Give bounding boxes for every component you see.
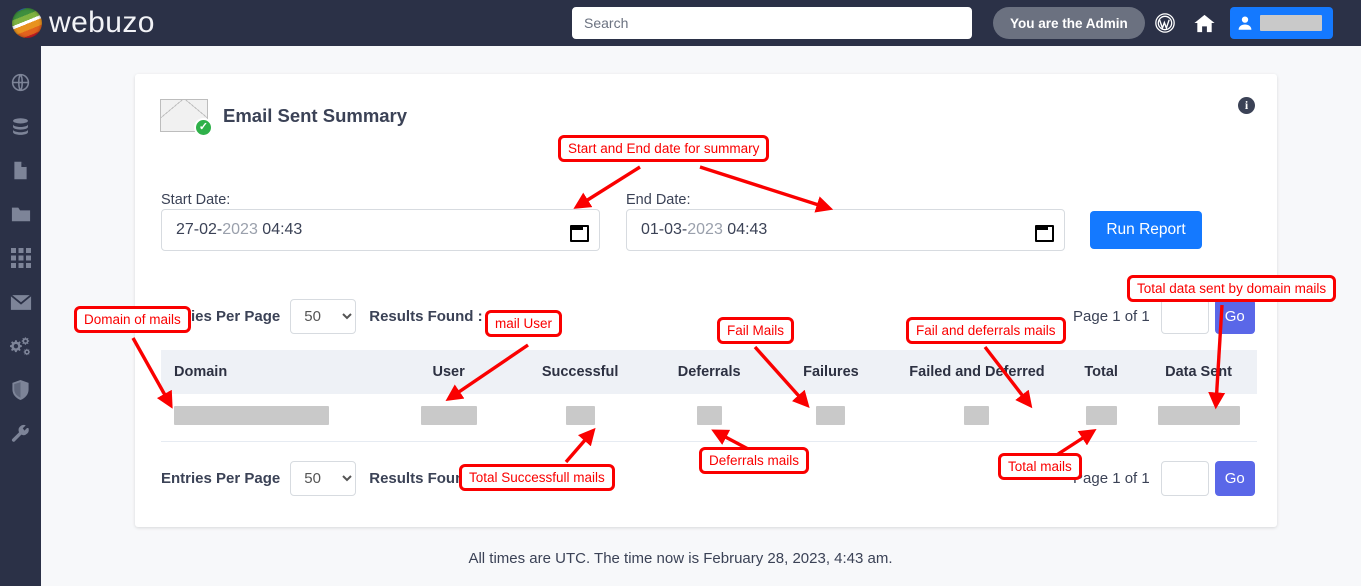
- user-avatar-icon: [1238, 16, 1252, 30]
- redacted-value: [696, 405, 722, 425]
- calendar-icon[interactable]: [570, 222, 589, 242]
- annotation-total-data-sent: Total data sent by domain mails: [1127, 275, 1337, 302]
- sidebar-item-settings[interactable]: [0, 324, 41, 368]
- page-number-input-top[interactable]: [1160, 298, 1209, 334]
- sidebar-item-file[interactable]: [0, 148, 41, 192]
- annotation-deferrals-mails: Deferrals mails: [699, 447, 810, 474]
- page-of-label-bottom: Page 1 of 1: [1073, 469, 1150, 487]
- entries-per-page-select[interactable]: 50: [290, 298, 357, 334]
- annotation-total-mails: Total mails: [998, 453, 1082, 480]
- annotation-fail-and-deferrals: Fail and deferrals mails: [906, 317, 1066, 344]
- envelope-icon: [9, 293, 32, 310]
- email-check-icon: ✓: [160, 99, 213, 137]
- redacted-value: [420, 405, 477, 425]
- cell-total: [1062, 405, 1140, 430]
- app-root: webuzo You are the Admin: [0, 0, 1361, 586]
- cell-successful: [512, 405, 648, 430]
- column-header-domain: Domain: [174, 364, 228, 380]
- redacted-value: [1157, 405, 1240, 425]
- annotation-total-successfull-mails: Total Successfull mails: [459, 464, 615, 491]
- folder-icon: [11, 207, 30, 222]
- page-title: Email Sent Summary: [223, 104, 408, 126]
- table-header-row: Domain User Successful Deferrals Failure…: [161, 350, 1257, 394]
- column-header-failed-and-deferred: Failed and Deferred: [909, 364, 1045, 380]
- page-number-input-bottom[interactable]: [1160, 460, 1209, 496]
- admin-badge: You are the Admin: [993, 7, 1145, 39]
- column-header-data-sent: Data Sent: [1165, 364, 1232, 380]
- entries-per-page-label: Entries Per Page: [161, 469, 281, 487]
- end-date-year: 2023: [687, 221, 723, 238]
- file-icon: [14, 161, 27, 179]
- sidebar-item-folder[interactable]: [0, 192, 41, 236]
- annotation-fail-mails: Fail Mails: [717, 317, 795, 344]
- utc-time-note: All times are UTC. The time now is Febru…: [468, 550, 893, 567]
- search-input[interactable]: [572, 7, 972, 39]
- annotation-mail-user: mail User: [485, 310, 563, 337]
- redacted-value: [816, 405, 846, 425]
- info-icon[interactable]: i: [1238, 97, 1255, 114]
- results-found-top: Results Found : 1: [369, 307, 496, 325]
- cell-user: [385, 405, 512, 430]
- database-icon: [13, 117, 28, 135]
- column-header-user: User: [432, 364, 465, 380]
- page-of-label-top: Page 1 of 1: [1073, 307, 1150, 325]
- calendar-icon[interactable]: [1035, 222, 1054, 242]
- pagination-bottom-right: Page 1 of 1 Go: [1073, 458, 1255, 498]
- entries-per-page-select[interactable]: 50: [290, 460, 357, 496]
- end-date-input[interactable]: 01-03-2023 04:43: [626, 209, 1065, 251]
- sidebar-item-apps[interactable]: [0, 236, 41, 280]
- table-row: [161, 394, 1257, 442]
- sidebar-item-tools[interactable]: [0, 412, 41, 456]
- shield-icon: [12, 380, 29, 400]
- annotation-domain-of-mails: Domain of mails: [74, 306, 191, 333]
- start-date-time: 04:43: [257, 221, 303, 238]
- column-header-successful: Successful: [541, 364, 619, 380]
- gears-icon: [10, 336, 31, 355]
- sidebar-item-email[interactable]: [0, 280, 41, 324]
- pagination-top-left: Entries Per Page 50 Results Found : 1: [161, 296, 495, 336]
- grid-apps-icon: [10, 248, 31, 268]
- cell-domain: [161, 405, 385, 430]
- go-button-bottom[interactable]: Go: [1214, 460, 1255, 496]
- redacted-value: [1085, 405, 1117, 425]
- redacted-value: [174, 405, 329, 425]
- go-button-top[interactable]: Go: [1214, 298, 1255, 334]
- cell-deferrals: [648, 405, 770, 430]
- end-date-label: End Date:: [626, 192, 691, 208]
- summary-table: Domain User Successful Deferrals Failure…: [161, 350, 1257, 442]
- start-date-daymonth: 27-02-: [176, 221, 223, 238]
- globe-icon: [11, 73, 30, 91]
- cell-failures: [770, 405, 892, 430]
- end-date-time: 04:43: [722, 221, 768, 238]
- column-header-deferrals: Deferrals: [677, 364, 741, 380]
- brand-logo[interactable]: webuzo: [12, 6, 155, 40]
- start-date-input[interactable]: 27-02-2023 04:43: [161, 209, 600, 251]
- cell-failed-and-deferred: [892, 405, 1062, 430]
- sidebar: [0, 46, 41, 586]
- end-date-daymonth: 01-03-: [641, 221, 688, 238]
- start-date-label: Start Date:: [161, 192, 231, 208]
- run-report-button[interactable]: Run Report: [1090, 211, 1202, 249]
- sidebar-item-globe[interactable]: [0, 60, 41, 104]
- cell-data-sent: [1140, 405, 1257, 430]
- wordpress-icon[interactable]: [1151, 9, 1179, 37]
- user-menu-button[interactable]: [1230, 7, 1333, 39]
- sidebar-item-security[interactable]: [0, 368, 41, 412]
- wrench-icon: [11, 424, 29, 442]
- pagination-bottom-left: Entries Per Page 50 Results Found : 1: [161, 458, 495, 498]
- annotation-start-end-date: Start and End date for summary: [558, 135, 770, 162]
- home-icon[interactable]: [1190, 9, 1218, 37]
- start-date-year: 2023: [222, 221, 258, 238]
- globe-logo-icon: [12, 8, 42, 38]
- redacted-value: [964, 405, 990, 425]
- redacted-value: [565, 405, 595, 425]
- sidebar-item-database[interactable]: [0, 104, 41, 148]
- brand-name: webuzo: [49, 6, 155, 39]
- card-header: ✓ Email Sent Summary: [160, 99, 408, 137]
- column-header-failures: Failures: [803, 364, 859, 380]
- pagination-top-right: Page 1 of 1 Go: [1073, 296, 1255, 336]
- column-header-total: Total: [1084, 364, 1118, 380]
- user-name-redacted: [1260, 15, 1322, 31]
